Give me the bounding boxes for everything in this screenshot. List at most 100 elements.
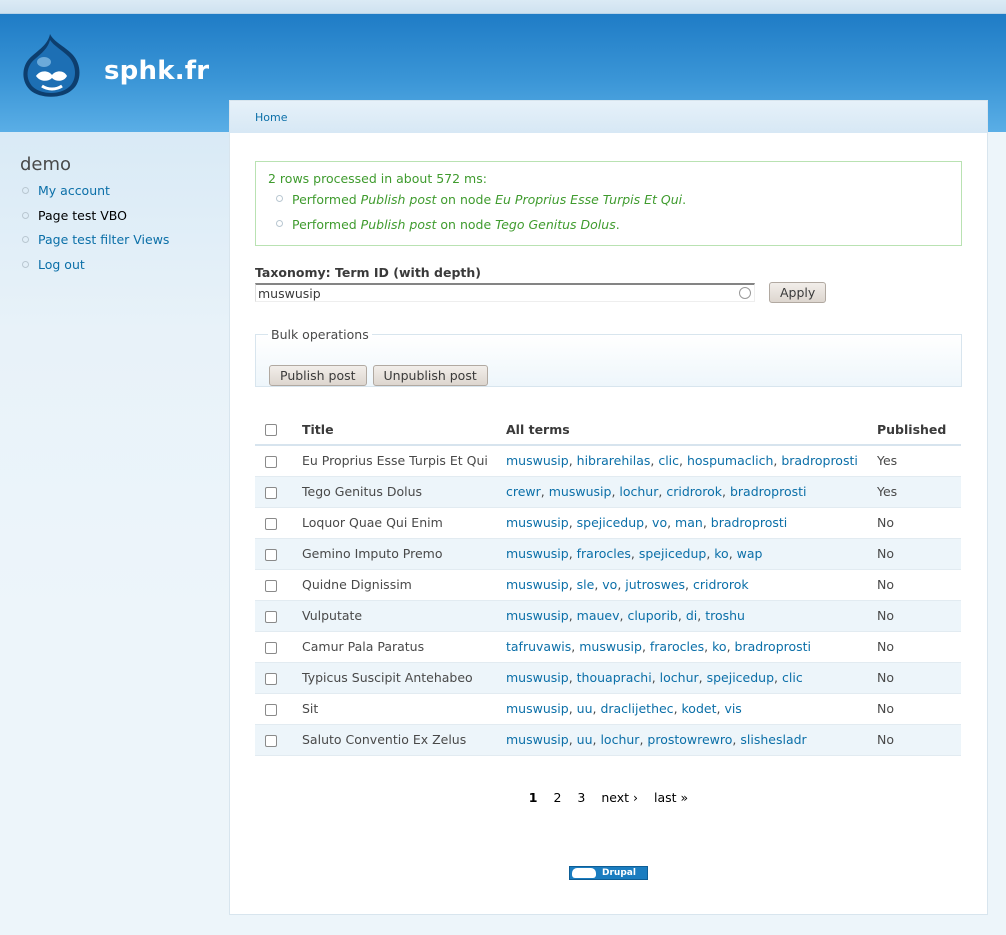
row-checkbox[interactable] — [265, 548, 277, 561]
term-link[interactable]: hibrarehilas — [577, 453, 651, 468]
term-link[interactable]: frarocles — [577, 546, 631, 561]
bulk-operations-legend: Bulk operations — [271, 327, 369, 342]
term-link[interactable]: mauev — [577, 608, 620, 623]
row-terms: muswusip, spejicedup, vo, man, bradropro… — [506, 507, 877, 539]
bulk-buttons: Publish post Unpublish post — [269, 365, 488, 386]
term-link[interactable]: muswusip — [506, 515, 569, 530]
bullet-icon — [22, 236, 29, 243]
row-checkbox[interactable] — [265, 672, 277, 685]
term-link[interactable]: ko — [714, 546, 728, 561]
term-link[interactable]: tafruvawis — [506, 639, 571, 654]
row-checkbox[interactable] — [265, 610, 277, 623]
term-link[interactable]: sle — [577, 577, 595, 592]
term-link[interactable]: crewr — [506, 484, 541, 499]
term-link[interactable]: muswusip — [506, 608, 569, 623]
status-text: . — [682, 192, 687, 207]
term-link[interactable]: muswusip — [506, 577, 569, 592]
powered-by-drupal-badge[interactable]: Drupal — [569, 866, 648, 880]
term-link[interactable]: muswusip — [506, 670, 569, 685]
row-checkbox[interactable] — [265, 455, 277, 468]
row-select-cell — [255, 569, 302, 601]
row-checkbox[interactable] — [265, 641, 277, 654]
status-list: Performed Publish post on node Eu Propri… — [268, 192, 949, 242]
term-link[interactable]: bradroprosti — [781, 453, 858, 468]
term-input[interactable] — [256, 285, 754, 301]
sidebar-item-page-test-filter-views: Page test filter Views — [20, 233, 220, 258]
term-link[interactable]: bradroprosti — [735, 639, 812, 654]
term-link[interactable]: muswusip — [579, 639, 642, 654]
term-link[interactable]: cridrorok — [693, 577, 749, 592]
sidebar-item-log-out: Log out — [20, 257, 220, 283]
pager-next[interactable]: next › — [601, 790, 638, 805]
term-link[interactable]: bradroprosti — [711, 515, 788, 530]
sidebar-link-page-test-filter-views[interactable]: Page test filter Views — [38, 232, 169, 247]
term-link[interactable]: thouaprachi — [577, 670, 652, 685]
drupal-logo-icon[interactable] — [20, 32, 84, 100]
row-title: Saluto Conventio Ex Zelus — [302, 724, 506, 756]
row-title: Eu Proprius Esse Turpis Et Qui — [302, 445, 506, 477]
unpublish-post-button[interactable]: Unpublish post — [372, 365, 488, 386]
term-link[interactable]: bradroprosti — [730, 484, 807, 499]
term-link[interactable]: muswusip — [506, 453, 569, 468]
bullet-icon — [276, 220, 283, 227]
term-link[interactable]: jutroswes — [625, 577, 685, 592]
term-link[interactable]: vo — [652, 515, 667, 530]
term-link[interactable]: muswusip — [506, 732, 569, 747]
row-published: No — [877, 600, 961, 632]
row-checkbox[interactable] — [265, 486, 277, 499]
select-all-checkbox[interactable] — [265, 424, 277, 436]
row-checkbox[interactable] — [265, 703, 277, 716]
row-checkbox[interactable] — [265, 734, 277, 747]
term-link[interactable]: spejicedup — [639, 546, 706, 561]
term-link[interactable]: vis — [724, 701, 741, 716]
pager-last[interactable]: last » — [654, 790, 688, 805]
term-link[interactable]: spejicedup — [577, 515, 644, 530]
term-link[interactable]: lochur — [660, 670, 699, 685]
term-link[interactable]: lochur — [600, 732, 639, 747]
term-link[interactable]: hospumaclich — [687, 453, 773, 468]
term-link[interactable]: muswusip — [506, 701, 569, 716]
publish-post-button[interactable]: Publish post — [269, 365, 367, 386]
term-link[interactable]: kodet — [682, 701, 717, 716]
term-link[interactable]: prostowrewro — [647, 732, 732, 747]
term-link[interactable]: vo — [602, 577, 617, 592]
term-link[interactable]: cridrorok — [666, 484, 722, 499]
term-link[interactable]: clic — [658, 453, 679, 468]
row-select-cell — [255, 476, 302, 508]
apply-button[interactable]: Apply — [769, 282, 827, 303]
site-name[interactable]: sphk.fr — [104, 56, 209, 86]
breadcrumb: Home — [230, 101, 987, 133]
term-link[interactable]: clic — [782, 670, 803, 685]
column-published[interactable]: Published — [877, 414, 961, 446]
column-title[interactable]: Title — [302, 414, 506, 446]
row-checkbox[interactable] — [265, 579, 277, 592]
pager-page-3[interactable]: 3 — [577, 790, 585, 805]
term-link[interactable]: ko — [712, 639, 726, 654]
sidebar-link-my-account[interactable]: My account — [38, 183, 110, 198]
term-link[interactable]: uu — [577, 732, 593, 747]
term-link[interactable]: wap — [737, 546, 763, 561]
sidebar-link-log-out[interactable]: Log out — [38, 257, 85, 272]
status-item: Performed Publish post on node Eu Propri… — [268, 192, 949, 217]
term-link[interactable]: muswusip — [506, 546, 569, 561]
pager-page-2[interactable]: 2 — [553, 790, 561, 805]
term-link[interactable]: lochur — [619, 484, 658, 499]
row-checkbox[interactable] — [265, 517, 277, 530]
term-link[interactable]: slishesladr — [740, 732, 806, 747]
term-link[interactable]: spejicedup — [707, 670, 774, 685]
term-link[interactable]: draclijethec — [600, 701, 673, 716]
autocomplete-throbber-icon — [739, 287, 751, 299]
term-link[interactable]: frarocles — [650, 639, 704, 654]
term-link[interactable]: troshu — [705, 608, 745, 623]
term-link[interactable]: uu — [577, 701, 593, 716]
term-link[interactable]: man — [675, 515, 703, 530]
term-link[interactable]: di — [686, 608, 697, 623]
row-published: No — [877, 724, 961, 756]
table-header-row: Title All terms Published — [255, 414, 961, 446]
sidebar-link-page-test-vbo[interactable]: Page test VBO — [38, 208, 127, 223]
term-link[interactable]: cluporib — [627, 608, 677, 623]
table-row: Tego Genitus Dolus crewr, muswusip, lochu… — [255, 476, 961, 508]
row-select-cell — [255, 445, 302, 477]
breadcrumb-home-link[interactable]: Home — [255, 111, 287, 124]
term-link[interactable]: muswusip — [549, 484, 612, 499]
